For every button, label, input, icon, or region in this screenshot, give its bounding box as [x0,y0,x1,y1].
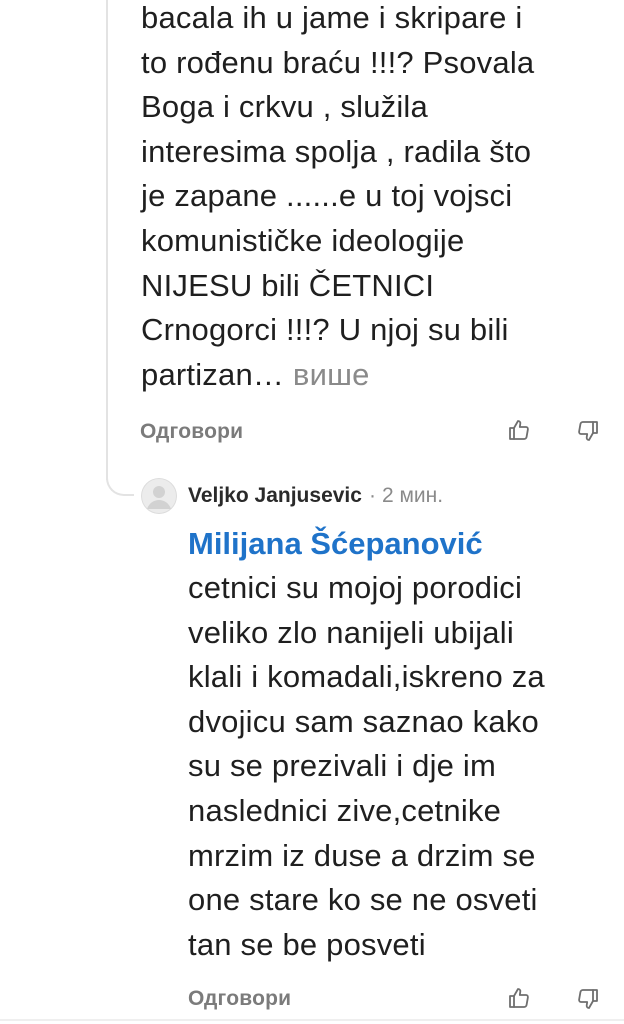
comment-line: komunističke ideologije [141,222,465,258]
user-mention[interactable]: Milijana Šćepanović [188,522,483,567]
comment-line: Crnogorci !!!? U njoj su bili [141,312,509,348]
parent-comment-text: bacala ih u jame i skripare i to rođenu … [141,0,534,397]
truncated-text: partizan… [141,356,285,392]
thumbs-down-icon[interactable] [576,419,600,443]
comment-line: Boga i crkvu , služila [141,89,428,125]
comment-line: one stare ko se ne osveti [188,882,538,918]
bottom-divider [0,1019,624,1021]
comment-line: naslednici zive,cetnike [188,792,502,828]
thread-line [106,0,108,480]
thumbs-down-icon[interactable] [576,987,600,1011]
thumbs-up-icon[interactable] [507,418,531,442]
comment-line: cetnici su mojoj porodici [188,570,523,605]
comment-line: interesima spolja , radila što [141,133,532,169]
comment-line: je zapane ......e u toj vojsci [141,178,513,214]
meta-separator: · [368,484,376,507]
comment-line: tan se be posveti [188,926,426,962]
reply-button[interactable]: Одговори [188,987,291,1011]
comment-line: su se prezivali i dje im [188,748,497,784]
comment-line: klali i komadali,iskreno za [188,659,545,695]
comment-line: bacala ih u jame i skripare i [141,0,523,35]
parent-comment-actions: Одговори [140,415,243,449]
reply-button[interactable]: Одговори [140,420,243,444]
thread-elbow-connector [106,430,134,496]
reply-comment-actions: Одговори [188,982,291,1016]
comment-last-line: partizan… више [141,353,534,398]
see-more-link[interactable]: више [293,357,370,392]
comment-line: NIJESU bili ČETNICI [141,267,435,303]
default-avatar-icon[interactable] [141,478,177,514]
reply-author-row: Veljko Janjusevic · 2 мин. [188,481,443,511]
comment-line: dvojicu sam saznao kako [188,703,539,739]
author-name[interactable]: Veljko Janjusevic [188,484,362,508]
comment-line: to rođenu braću !!!? Psovala [141,44,535,80]
comment-line: veliko zlo nanijeli ubijali [188,614,514,650]
comment-timestamp: 2 мин. [381,484,444,507]
reply-comment-text: cetnici su mojoj porodici veliko zlo nan… [188,566,545,967]
comment-line: mrzim iz duse a drzim se [188,837,536,873]
thumbs-up-icon[interactable] [507,986,531,1010]
